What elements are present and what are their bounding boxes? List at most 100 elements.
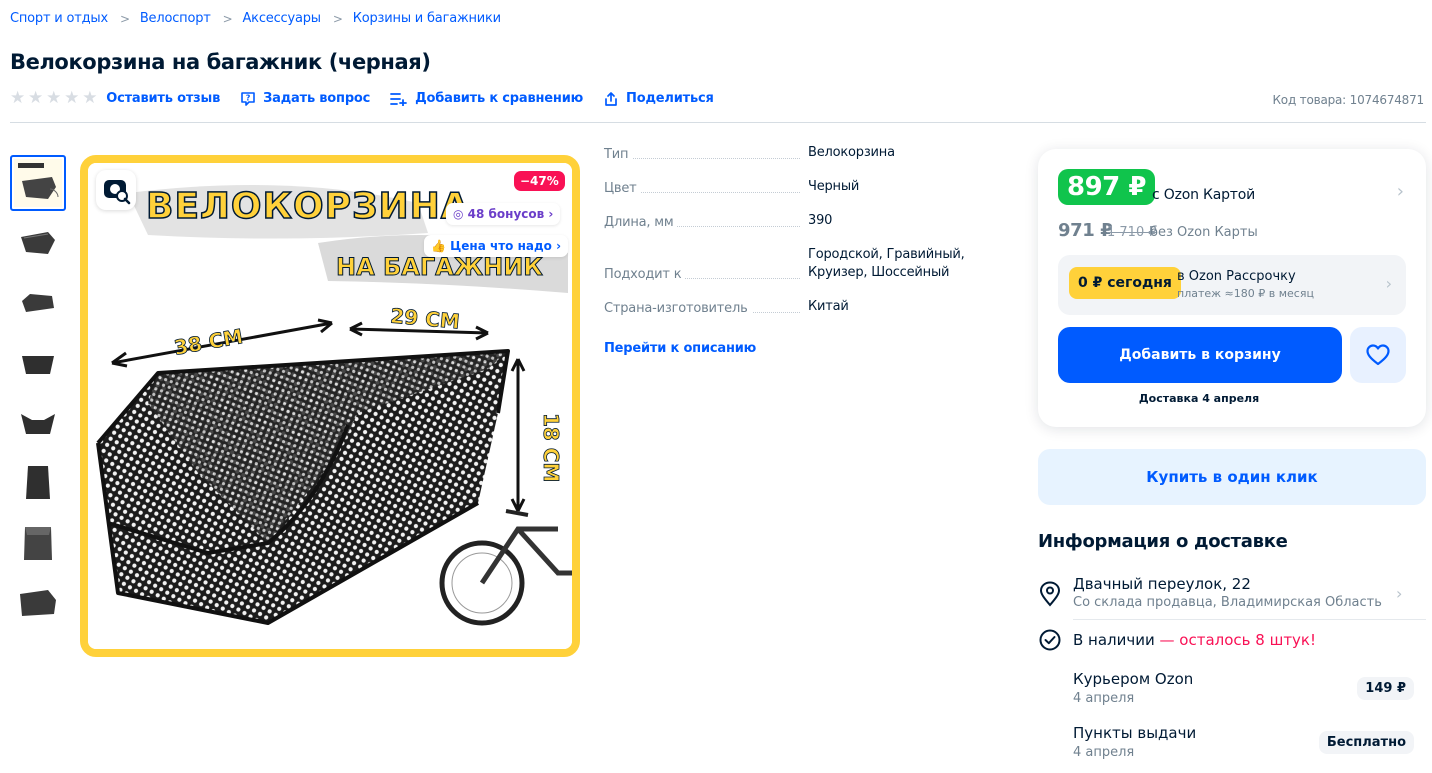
divider <box>1073 619 1426 620</box>
spec-key: Тип <box>604 147 808 162</box>
chevron-right-icon: > <box>332 11 343 26</box>
share-icon <box>605 91 617 106</box>
bonus-badge[interactable]: ◎ 48 бонусов › <box>446 203 561 225</box>
stock-status: В наличии — осталось 8 штук! <box>1073 631 1316 649</box>
star-icon: ★ <box>28 88 44 108</box>
delivery-address[interactable]: Двачный переулок, 22 <box>1073 575 1251 593</box>
add-to-cart-button[interactable]: Добавить в корзину <box>1058 327 1342 383</box>
spec-row: Цвет Черный <box>604 178 1004 196</box>
breadcrumb-baskets[interactable]: Корзины и багажники <box>353 11 501 26</box>
add-to-compare-label: Добавить к сравнению <box>415 91 584 106</box>
thumbnail-5[interactable] <box>10 395 66 451</box>
product-sku[interactable]: Код товара: 1074674871 <box>1272 93 1424 107</box>
basket-thumbnail-image <box>22 294 54 312</box>
divider <box>10 122 1426 123</box>
bonus-icon: ◎ <box>453 207 468 221</box>
star-icon: ★ <box>82 88 98 108</box>
chevron-right-icon: › <box>544 207 554 221</box>
thumbnail-3[interactable] <box>10 275 66 331</box>
installment-title: в Ozon Рассрочку <box>1177 269 1296 284</box>
spec-key: Цвет <box>604 181 808 196</box>
product-actions: ★ ★ ★ ★ ★ Оставить отзыв ? Задать вопрос… <box>10 90 734 107</box>
basket-thumbnail-image <box>22 356 54 374</box>
dimension-height: 18 СМ <box>539 413 563 482</box>
location-pin-icon <box>1039 581 1061 607</box>
regular-price: 971 ₽ <box>1058 220 1113 241</box>
spec-row: Длина, мм 390 <box>604 212 1004 230</box>
installment-block[interactable]: 0 ₽ сегодня в Ozon Рассрочку платеж ≈180… <box>1058 255 1406 315</box>
heart-icon <box>1366 344 1390 366</box>
delivery-heading: Информация о доставке <box>1038 531 1288 552</box>
stock-left: — осталось 8 штук! <box>1154 631 1317 649</box>
spec-value: Городской, Гравийный, Круизер, Шоссейный <box>808 247 965 280</box>
breadcrumb-cycling[interactable]: Велоспорт <box>140 11 211 26</box>
thumbnail-6[interactable] <box>10 455 66 511</box>
rating-stars[interactable]: ★ ★ ★ ★ ★ <box>10 90 97 107</box>
page-title: Велокорзина на багажник (черная) <box>10 50 431 74</box>
chevron-right-icon[interactable]: › <box>1397 181 1404 202</box>
spec-value: Китай <box>808 299 849 314</box>
check-circle-icon <box>1039 629 1061 651</box>
share-link[interactable]: Поделиться <box>603 91 714 107</box>
headline-2: НА БАГАЖНИК <box>336 253 543 281</box>
leave-review-label: Оставить отзыв <box>106 91 221 106</box>
go-to-description-link[interactable]: Перейти к описанию <box>604 341 756 356</box>
thumbnail-list <box>10 155 66 635</box>
courier-option-date: 4 апреля <box>1073 691 1135 706</box>
breadcrumb-sport[interactable]: Спорт и отдых <box>10 11 108 26</box>
card-price-label: с Ozon Картой <box>1152 187 1256 203</box>
pickup-option-name: Пункты выдачи <box>1073 724 1197 742</box>
chevron-right-icon: > <box>222 11 233 26</box>
leave-review-link[interactable]: Оставить отзыв <box>106 91 220 106</box>
favorite-button[interactable] <box>1350 327 1406 383</box>
card-price: 897 ₽ <box>1058 169 1155 205</box>
product-main-image[interactable]: ВЕЛОКОРЗИНА НА БАГАЖНИК 38 СМ 29 СМ 18 С… <box>80 155 580 657</box>
fair-price-label: Цена что надо <box>450 239 552 253</box>
question-bubble-icon: ? <box>241 91 255 106</box>
thumbnail-2[interactable] <box>10 215 66 271</box>
basket-thumbnail-image <box>21 232 55 254</box>
chevron-right-icon[interactable]: › <box>1396 584 1402 603</box>
chevron-right-icon: › <box>1385 274 1392 293</box>
breadcrumb-accessories[interactable]: Аксессуары <box>242 11 321 26</box>
headline-1: ВЕЛОКОРЗИНА <box>146 186 470 227</box>
spec-key: Подходит к <box>604 267 808 282</box>
spec-row: Подходит к Городской, Гравийный, Круизер,… <box>604 246 1004 282</box>
star-icon: ★ <box>64 88 80 108</box>
compare-icon <box>390 92 408 106</box>
spec-value: Черный <box>808 179 860 194</box>
basket-thumbnail-image <box>21 414 55 434</box>
chevron-right-icon: > <box>119 11 130 26</box>
ask-question-link[interactable]: ? Задать вопрос <box>240 91 370 107</box>
regular-price-label: без Ozon Карты <box>1150 225 1258 240</box>
thumbnail-8[interactable] <box>10 575 66 631</box>
spec-list: Тип Велокорзина Цвет Черный Длина, мм 390 П… <box>604 144 1004 316</box>
thumbnail-1[interactable] <box>10 155 66 211</box>
thumbnail-7[interactable] <box>10 515 66 571</box>
pickup-price-badge: Бесплатно <box>1318 731 1414 754</box>
spec-key: Страна-изготовитель <box>604 301 808 316</box>
breadcrumb: Спорт и отдых > Велоспорт > Аксессуары >… <box>10 11 501 26</box>
delivery-address-sub: Со склада продавца, Владимирская Область <box>1073 595 1382 610</box>
spec-row: Страна-изготовитель Китай <box>604 298 1004 316</box>
chevron-right-icon: › <box>551 239 562 253</box>
spec-value: Велокорзина <box>808 145 895 160</box>
ask-question-label: Задать вопрос <box>263 91 371 106</box>
courier-price-badge: 149 ₽ <box>1357 677 1414 700</box>
stock-label: В наличии <box>1073 631 1155 649</box>
add-to-compare-link[interactable]: Добавить к сравнению <box>390 91 583 106</box>
svg-text:?: ? <box>246 93 251 102</box>
buy-one-click-button[interactable]: Купить в один клик <box>1038 449 1426 505</box>
spec-value: 390 <box>808 213 833 228</box>
spec-row: Тип Велокорзина <box>604 144 1004 162</box>
camera-search-icon <box>104 180 131 205</box>
installment-subtitle: платеж ≈180 ₽ в месяц <box>1177 287 1314 300</box>
image-search-button[interactable] <box>96 170 136 210</box>
bonus-label: 48 бонусов <box>467 207 545 221</box>
delivery-date: Доставка 4 апреля <box>1138 392 1260 405</box>
fair-price-badge[interactable]: 👍 Цена что надо › <box>424 235 569 257</box>
basket-thumbnail-image <box>20 590 56 616</box>
courier-option-name: Курьером Ozon <box>1073 670 1194 688</box>
thumbnail-4[interactable] <box>10 335 66 391</box>
star-icon: ★ <box>10 88 26 108</box>
